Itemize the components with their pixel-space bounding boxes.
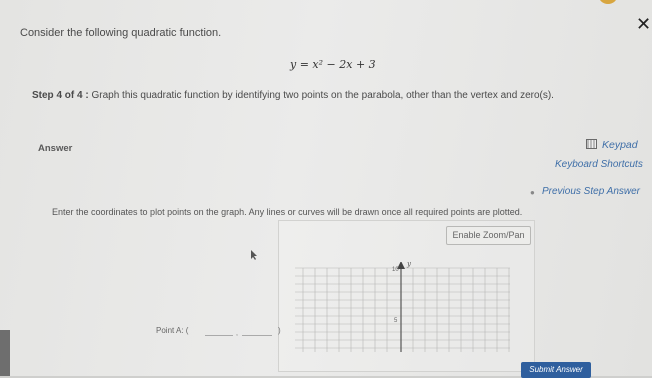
close-button[interactable]: ✕: [636, 14, 652, 34]
step-label: Step 4 of 4 :: [32, 90, 89, 101]
y-tick-10: 10: [392, 267, 399, 273]
keypad-icon: [586, 139, 597, 149]
mouse-cursor-icon: [251, 250, 257, 260]
keypad-button[interactable]: Keypad: [586, 139, 638, 151]
question-prompt: Consider the following quadratic functio…: [20, 27, 222, 39]
close-icon: ✕: [636, 14, 652, 34]
point-a-label: Point A: (: [156, 326, 189, 335]
top-badge: [598, 0, 618, 4]
point-a-y-input[interactable]: [242, 335, 272, 336]
previous-step-answer-link[interactable]: ● Previous Step Answer: [530, 186, 641, 197]
quadratic-equation: y = x² − 2x + 3: [290, 58, 376, 71]
point-a-x-input[interactable]: [205, 335, 233, 336]
point-a-close-paren: ): [278, 326, 281, 335]
y-tick-5: 5: [394, 318, 398, 324]
step-text: Graph this quadratic function by identif…: [91, 90, 554, 101]
keyboard-shortcuts-link[interactable]: Keyboard Shortcuts: [555, 159, 643, 170]
question-panel: ✕ Consider the following quadratic funct…: [0, 0, 652, 378]
y-axis-label: y: [406, 262, 412, 268]
graph-instructions: Enter the coordinates to plot points on …: [52, 207, 523, 217]
step-instructions: Step 4 of 4 : Graph this quadratic funct…: [32, 90, 554, 101]
answer-label: Answer: [38, 143, 73, 154]
bullet-icon: ●: [530, 188, 535, 197]
left-edge-strip: [0, 330, 10, 376]
previous-step-label: Previous Step Answer: [542, 186, 641, 197]
enable-zoom-pan-button[interactable]: Enable Zoom/Pan: [446, 226, 531, 245]
keypad-label: Keypad: [602, 139, 638, 151]
point-a-comma: ,: [236, 330, 238, 337]
coordinate-grid[interactable]: y 10 5: [295, 262, 510, 352]
